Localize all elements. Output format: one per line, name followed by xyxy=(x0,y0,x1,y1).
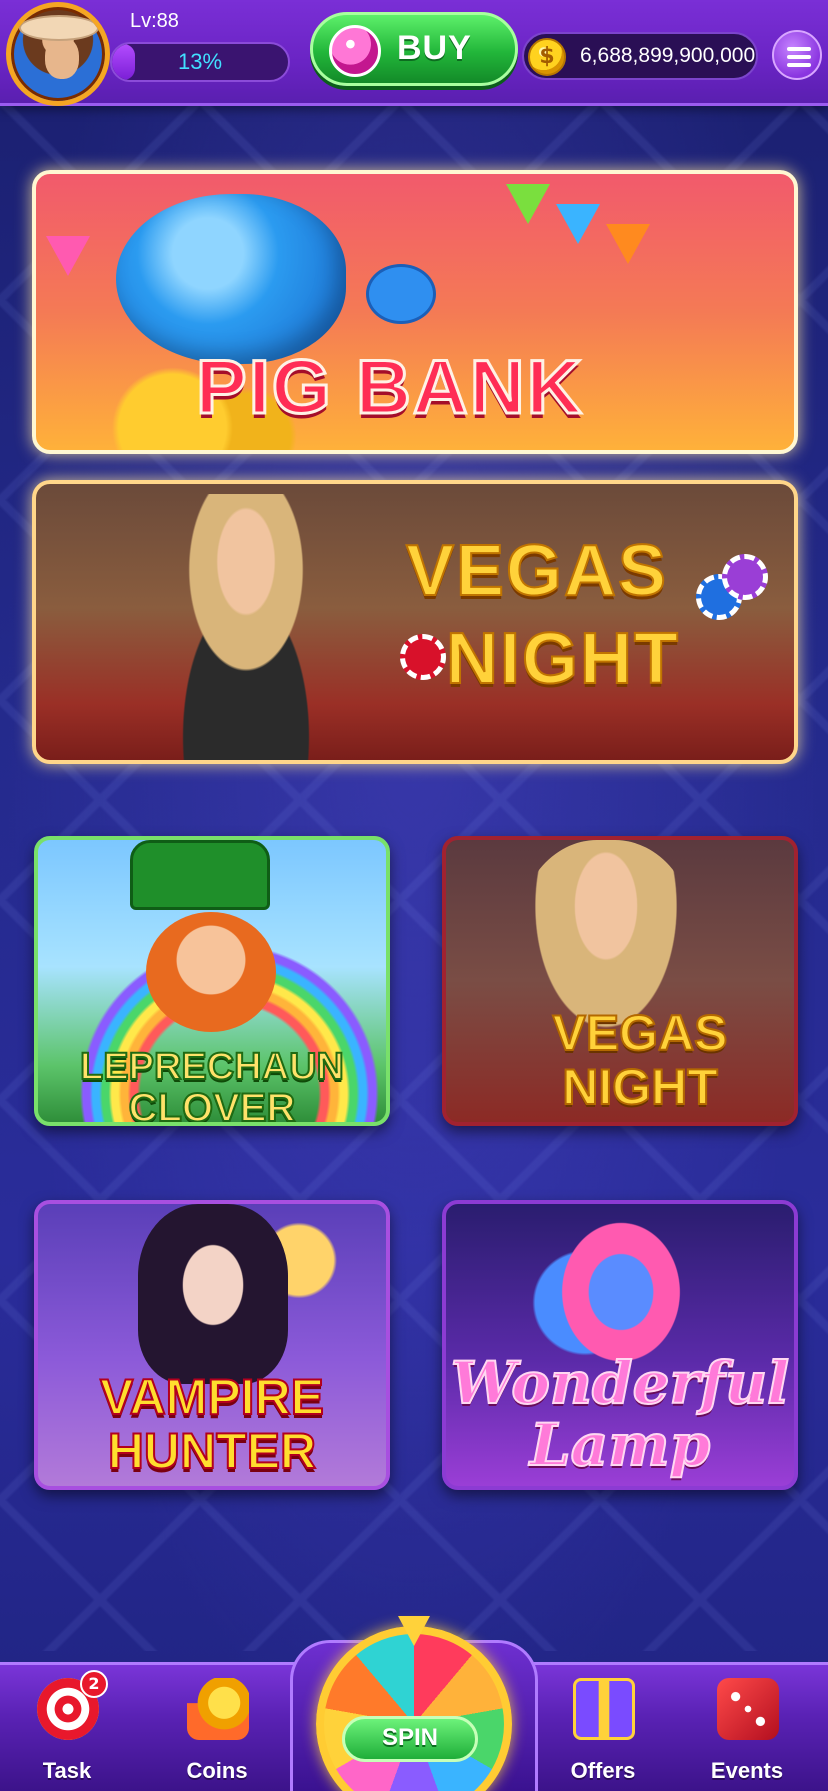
genie-character-image xyxy=(546,1204,696,1364)
gem-icon xyxy=(329,25,381,77)
xp-percent-text: 13% xyxy=(177,49,223,74)
nav-offers[interactable]: Offers xyxy=(548,1670,658,1788)
coins-icon xyxy=(187,1678,249,1740)
vegas-hostess-image xyxy=(136,494,356,760)
game-title-line2: NIGHT xyxy=(561,1059,719,1115)
menu-button[interactable] xyxy=(772,30,822,80)
nav-events-label: Events xyxy=(710,1758,784,1783)
game-tile-vegas-night[interactable]: VEGAS NIGHT xyxy=(442,836,798,1126)
wheel-pointer-icon xyxy=(398,1616,430,1646)
piggy-snout xyxy=(366,264,436,324)
bunting-flag xyxy=(556,204,600,244)
nav-offers-label: Offers xyxy=(570,1758,636,1783)
bunting-flag xyxy=(606,224,650,264)
nav-task-label: Task xyxy=(42,1758,92,1783)
nav-task[interactable]: 2 Task xyxy=(12,1670,122,1788)
leprechaun-hat xyxy=(130,840,270,910)
vampire-character-image xyxy=(138,1204,288,1384)
dice-icon xyxy=(717,1678,779,1740)
level-label: Lv:88 xyxy=(130,10,179,32)
banner-title-line2: NIGHT xyxy=(445,618,680,700)
pig-bank-banner[interactable]: PIG BANK xyxy=(32,170,798,454)
buy-label: BUY xyxy=(397,29,472,67)
xp-progress-bar: 13% xyxy=(110,42,290,82)
game-tile-vampire-hunter[interactable]: VAMPIRE HUNTER xyxy=(34,1200,390,1490)
avatar-face xyxy=(45,37,79,79)
vegas-night-banner[interactable]: VEGAS NIGHT xyxy=(32,480,798,764)
banner-title: PIG BANK xyxy=(195,344,584,432)
game-title-line2: HUNTER xyxy=(107,1423,317,1479)
menu-icon-line xyxy=(787,63,811,67)
casino-chip-icon xyxy=(722,554,768,600)
game-title-line2: CLOVER xyxy=(128,1086,297,1126)
game-title-line1: VEGAS xyxy=(551,1005,728,1061)
casino-chip-icon xyxy=(400,634,446,680)
piggy-bank-icon xyxy=(116,194,346,364)
bunting-flag xyxy=(46,236,90,276)
game-tile-leprechaun-clover[interactable]: LEPRECHAUN CLOVER xyxy=(34,836,390,1126)
task-badge: 2 xyxy=(80,1670,108,1698)
player-avatar[interactable] xyxy=(6,2,110,106)
buy-button[interactable]: BUY xyxy=(310,12,518,86)
nav-coins[interactable]: Coins xyxy=(162,1670,272,1788)
menu-icon-line xyxy=(787,47,811,51)
game-title-line1: VAMPIRE xyxy=(99,1369,325,1425)
bunting-flag xyxy=(506,184,550,224)
leprechaun-face xyxy=(146,912,276,1032)
banner-title-line1: VEGAS xyxy=(405,530,669,612)
coin-balance-value: 6,688,899,900,000 xyxy=(580,44,756,67)
game-title-line1: Wonderful xyxy=(450,1349,790,1417)
menu-icon-line xyxy=(787,55,811,59)
avatar-hat xyxy=(19,15,99,41)
coin-balance[interactable]: $ 6,688,899,900,000 xyxy=(522,32,758,80)
nav-events[interactable]: Events xyxy=(692,1670,802,1788)
game-tile-wonderful-lamp[interactable]: Wonderful Lamp xyxy=(442,1200,798,1490)
gift-icon xyxy=(573,1678,635,1740)
nav-coins-label: Coins xyxy=(186,1758,248,1783)
coin-icon: $ xyxy=(528,38,566,76)
game-title-line1: LEPRECHAUN xyxy=(79,1046,345,1088)
game-title-line2: Lamp xyxy=(529,1411,711,1479)
top-bar: Lv:88 13% BUY $ 6,688,899,900,000 xyxy=(0,0,828,106)
spin-button[interactable]: SPIN xyxy=(342,1716,478,1762)
